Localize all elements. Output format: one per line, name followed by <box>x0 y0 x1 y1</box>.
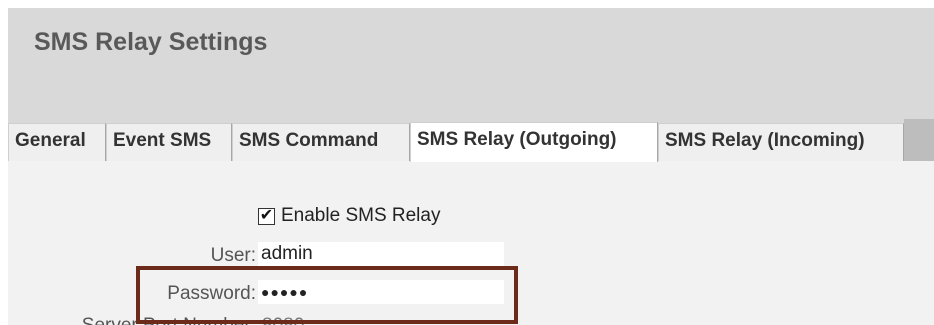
page-header: SMS Relay Settings <box>8 8 934 119</box>
password-label: Password: <box>167 283 256 304</box>
server-port-value[interactable]: 8080 <box>262 315 304 325</box>
tab-sms-command[interactable]: SMS Command <box>232 123 410 161</box>
password-input[interactable]: ●●●●● <box>258 280 504 304</box>
tab-sms-relay-incoming[interactable]: SMS Relay (Incoming) <box>658 123 904 161</box>
tab-general[interactable]: General <box>8 123 106 161</box>
enable-sms-relay-row: ✔ Enable SMS Relay <box>258 204 440 228</box>
page-title: SMS Relay Settings <box>34 28 268 56</box>
tab-strip-end <box>904 119 934 161</box>
tab-event-sms[interactable]: Event SMS <box>106 123 232 161</box>
enable-sms-relay-label: Enable SMS Relay <box>281 205 441 226</box>
user-input[interactable]: admin <box>258 242 504 266</box>
sms-relay-settings-window: SMS Relay Settings General Event SMS SMS… <box>0 0 934 325</box>
server-port-label: Server Port Number: <box>30 315 256 325</box>
tab-sms-relay-outgoing[interactable]: SMS Relay (Outgoing) <box>410 122 658 162</box>
checkmark-icon: ✔ <box>259 207 274 224</box>
enable-sms-relay-checkbox[interactable]: ✔ <box>258 207 275 225</box>
user-label: User: <box>210 245 256 266</box>
